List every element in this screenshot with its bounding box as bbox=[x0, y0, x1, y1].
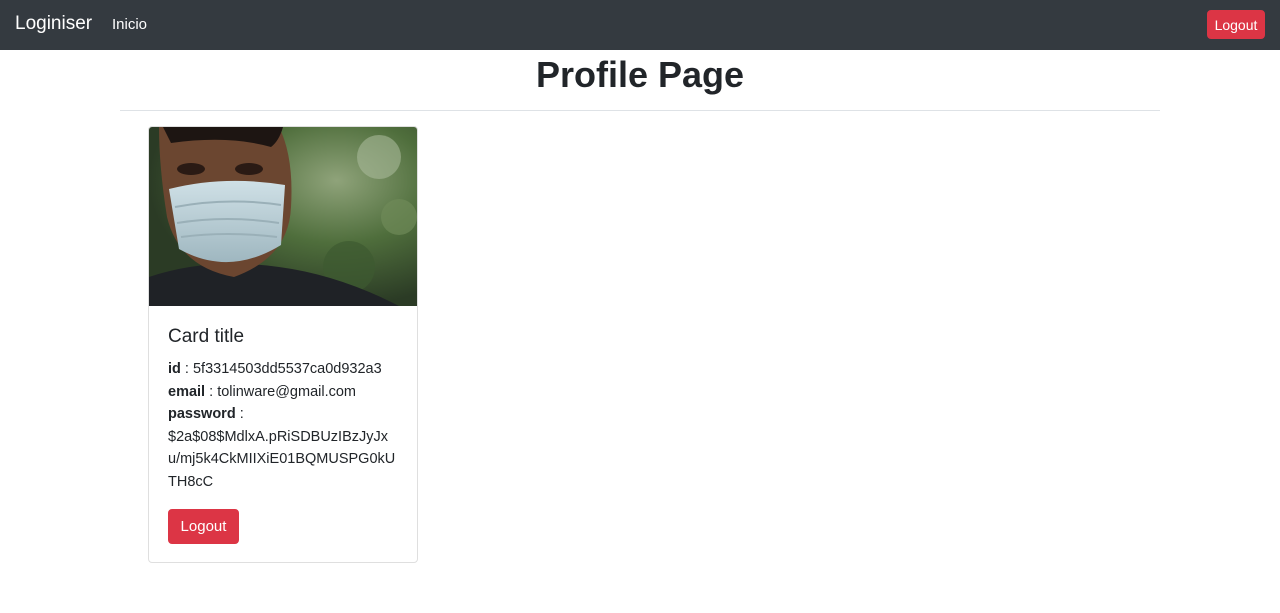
card-logout-button[interactable]: Logout bbox=[168, 509, 239, 544]
id-value: 5f3314503dd5537ca0d932a3 bbox=[192, 361, 382, 377]
nav-link-inicio[interactable]: Inicio bbox=[112, 16, 147, 33]
brand-link[interactable]: Loginiser bbox=[15, 13, 92, 35]
password-label: password bbox=[168, 406, 236, 422]
top-navbar: Loginiser Inicio Logout bbox=[0, 0, 1280, 50]
card-body: Card title id : 5f3314503dd5537ca0d932a3… bbox=[168, 325, 400, 493]
card-title: Card title bbox=[168, 326, 245, 347]
navbar-logout-button[interactable]: Logout bbox=[1207, 10, 1265, 39]
profile-card: Card title id : 5f3314503dd5537ca0d932a3… bbox=[148, 126, 418, 563]
profile-image bbox=[149, 127, 417, 306]
email-label: email bbox=[168, 383, 206, 400]
id-label: id bbox=[168, 361, 181, 377]
password-value: $2a$08$MdlxA.pRiSDBUzIBzJyJxu/mj5k4CkMII… bbox=[168, 428, 396, 490]
title-divider bbox=[120, 110, 1160, 111]
profile-details: id : 5f3314503dd5537ca0d932a3 email : to… bbox=[168, 361, 396, 490]
email-value: tolinware@gmail.com bbox=[217, 383, 357, 400]
page-title: Profile Page bbox=[535, 54, 745, 95]
